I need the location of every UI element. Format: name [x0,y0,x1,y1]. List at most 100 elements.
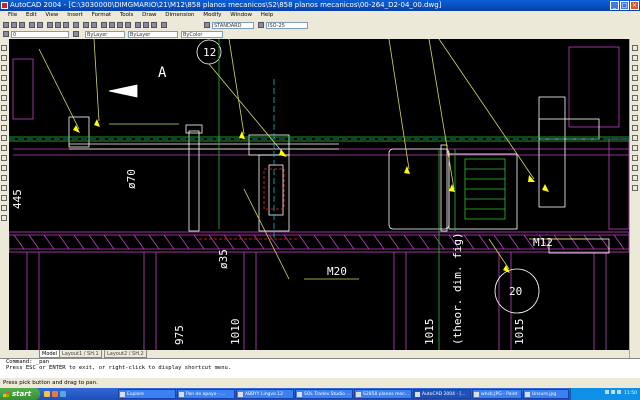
menu-insert[interactable]: Insert [67,12,83,18]
menu-window[interactable]: Window [230,12,252,18]
color-combo[interactable]: ByLayer [85,31,125,38]
balloon-20-label: 20 [509,285,522,298]
hatch-icon[interactable] [1,185,7,191]
task-pan-de-apoyo[interactable]: Pan de apoyo - ... [177,389,235,399]
start-button[interactable]: start [0,388,40,400]
layer-manager-icon[interactable] [3,31,9,37]
minimize-button[interactable]: _ [610,1,619,10]
menu-view[interactable]: View [45,12,58,18]
stretch-icon[interactable] [632,125,638,131]
help-icon[interactable] [161,22,167,28]
menu-modify[interactable]: Modify [203,12,221,18]
match-properties-icon[interactable] [73,22,79,28]
make-layer-current-icon[interactable] [73,31,79,37]
task-explore[interactable]: Explore [118,389,176,399]
command-line[interactable]: Command: _pan Press ESC or ENTER to exit… [0,358,640,379]
task-paint[interactable]: whsb.JPG - Paint [472,389,522,399]
zoom-window-icon[interactable] [117,22,123,28]
arc-icon[interactable] [1,95,7,101]
language-icon[interactable] [616,390,621,394]
cut-icon[interactable] [47,22,53,28]
dim-style-combo[interactable]: ISO-25 [266,22,308,29]
volume-icon[interactable] [604,390,609,394]
undo-icon[interactable] [83,22,89,28]
construction-line-icon[interactable] [1,55,7,61]
rotate-icon[interactable] [632,105,638,111]
quicklaunch-explorer-icon[interactable] [44,391,50,397]
autocad-app-icon[interactable] [1,2,8,9]
chamfer-icon[interactable] [632,165,638,171]
line-icon[interactable] [1,45,7,51]
maximize-button[interactable]: □ [620,1,629,10]
extend-icon[interactable] [632,145,638,151]
properties-icon[interactable] [135,22,141,28]
point-icon[interactable] [1,175,7,181]
clock[interactable]: 11:50 [624,391,637,396]
menu-edit[interactable]: Edit [26,12,37,18]
tool-palettes-icon[interactable] [151,22,157,28]
quicklaunch-media-icon[interactable] [52,391,58,397]
fillet-icon[interactable] [632,175,638,181]
preview-icon[interactable] [37,22,43,28]
save-icon[interactable] [19,22,25,28]
trim-icon[interactable] [632,135,638,141]
break-icon[interactable] [632,155,638,161]
redo-icon[interactable] [91,22,97,28]
offset-icon[interactable] [632,75,638,81]
tab-layout1[interactable]: Layout1 / SH.1 [59,350,102,358]
menu-draw[interactable]: Draw [142,12,156,18]
tab-model[interactable]: Model [39,350,61,358]
erase-icon[interactable] [632,45,638,51]
polygon-icon[interactable] [1,75,7,81]
linetype-combo[interactable]: ByLayer [128,31,178,38]
network-icon[interactable] [610,390,615,394]
circle-icon[interactable] [1,105,7,111]
pan-icon[interactable] [101,22,107,28]
menu-format[interactable]: Format [92,12,111,18]
menu-dimension[interactable]: Dimension [165,12,194,18]
task-unsure[interactable]: Unsure.jpg [523,389,569,399]
copy-icon[interactable] [55,22,61,28]
make-block-icon[interactable] [1,165,7,171]
close-button[interactable]: × [630,1,639,10]
system-tray: 11:50 [570,388,640,400]
layer-combo[interactable]: 0 [11,31,69,38]
copy-object-icon[interactable] [632,55,638,61]
center-lines [9,79,629,239]
quicklaunch-ie-icon[interactable] [60,391,66,397]
task-sdl-trados[interactable]: SOL Tradex Studio ... [295,389,353,399]
ellipse-icon[interactable] [1,135,7,141]
task-lingvo[interactable]: ABBYY Lingvo 12 [236,389,294,399]
task-autocad[interactable]: AutoCAD 2004 - [... [413,389,471,399]
zoom-previous-icon[interactable] [125,22,131,28]
task-planos-folder[interactable]: S2858 planos mec... [354,389,412,399]
move-icon[interactable] [632,95,638,101]
array-icon[interactable] [632,85,638,91]
view-direction-arrow [109,85,137,97]
mirror-icon[interactable] [632,65,638,71]
ellipse-arc-icon[interactable] [1,145,7,151]
spline-icon[interactable] [1,125,7,131]
text-style-combo[interactable]: STANDARD [212,22,254,29]
plot-icon[interactable] [29,22,35,28]
paste-icon[interactable] [63,22,69,28]
revision-cloud-icon[interactable] [1,115,7,121]
insert-block-icon[interactable] [1,155,7,161]
table-icon[interactable] [1,205,7,211]
polyline-icon[interactable] [1,65,7,71]
scale-icon[interactable] [632,115,638,121]
rectangle-icon[interactable] [1,85,7,91]
multiline-text-icon[interactable] [1,215,7,221]
menu-tools[interactable]: Tools [120,12,134,18]
new-file-icon[interactable] [3,22,9,28]
drawing-canvas[interactable]: 12 A M20 M12 20 ø70 445 ø35 975 1010 101… [9,39,629,350]
explode-icon[interactable] [632,185,638,191]
tab-layout2[interactable]: Layout2 / SH.2 [104,350,147,358]
design-center-icon[interactable] [143,22,149,28]
menu-file[interactable]: File [8,12,17,18]
lineweight-combo[interactable]: ByColor [181,31,223,38]
open-file-icon[interactable] [11,22,17,28]
zoom-realtime-icon[interactable] [109,22,115,28]
region-icon[interactable] [1,195,7,201]
menu-help[interactable]: Help [261,12,274,18]
